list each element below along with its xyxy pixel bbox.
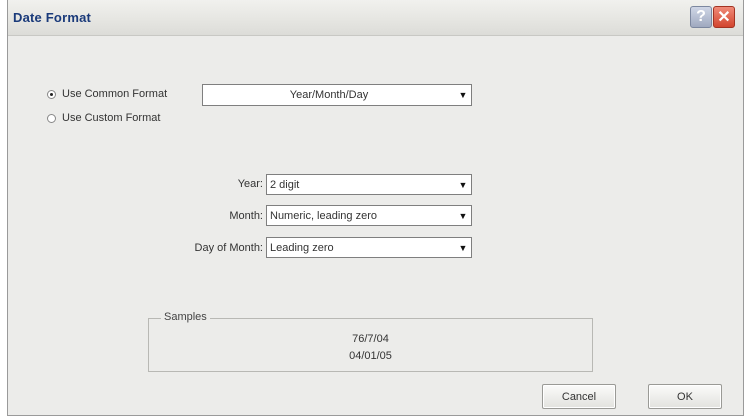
dialog-title: Date Format (13, 10, 92, 25)
year-dropdown[interactable]: 2 digit ▼ (266, 174, 472, 195)
help-icon: ? (696, 8, 706, 25)
use-common-format-radio[interactable]: Use Common Format (47, 88, 167, 100)
ok-button[interactable]: OK (648, 384, 722, 409)
help-button[interactable]: ? (690, 6, 712, 28)
month-dropdown[interactable]: Numeric, leading zero ▼ (266, 205, 472, 226)
cancel-button[interactable]: Cancel (542, 384, 616, 409)
day-of-month-value: Leading zero (270, 241, 334, 254)
common-format-value: Year/Month/Day (289, 89, 369, 101)
use-custom-format-label: Use Custom Format (62, 112, 161, 124)
use-custom-format-radio[interactable]: Use Custom Format (47, 112, 160, 124)
title-bar: Date Format ? ✕ (8, 0, 743, 36)
close-button[interactable]: ✕ (713, 6, 735, 28)
close-icon: ✕ (717, 9, 731, 26)
month-value: Numeric, leading zero (270, 209, 377, 222)
radio-checked-icon (47, 89, 56, 99)
sample-line: 04/01/05 (349, 350, 392, 362)
year-label: Year: (237, 178, 263, 190)
samples-legend: Samples (161, 311, 210, 323)
chevron-down-icon: ▼ (458, 179, 468, 190)
chevron-down-icon: ▼ (458, 210, 468, 221)
sample-line: 76/7/04 (352, 333, 389, 345)
month-label: Month: (229, 210, 263, 222)
use-common-format-label: Use Common Format (62, 88, 168, 100)
year-value: 2 digit (270, 178, 300, 191)
chevron-down-icon: ▼ (458, 90, 468, 100)
day-of-month-dropdown[interactable]: Leading zero ▼ (266, 237, 472, 258)
day-of-month-label: Day of Month: (194, 242, 263, 254)
chevron-down-icon: ▼ (458, 242, 468, 253)
common-format-dropdown[interactable]: Year/Month/Day ▼ (202, 84, 472, 106)
radio-unchecked-icon (47, 113, 56, 123)
samples-group (148, 318, 593, 372)
